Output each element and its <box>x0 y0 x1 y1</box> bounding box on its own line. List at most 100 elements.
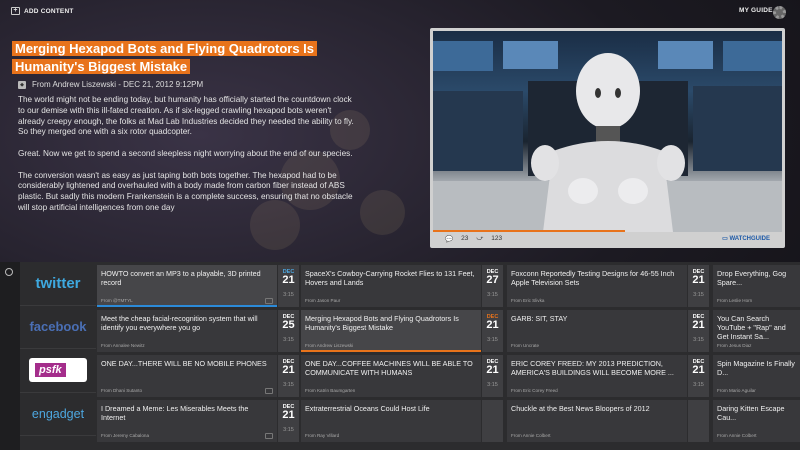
feed-card-author: From Mario Aguilar <box>717 388 756 393</box>
source-column: twitter facebook psfk engadget <box>20 262 96 436</box>
feed-card[interactable]: ONE DAY...THERE WILL BE NO MOBILE PHONES… <box>97 355 277 397</box>
date-day: 21 <box>692 364 705 376</box>
date-time: 3:15 <box>283 337 294 343</box>
feed-card-author: From @TMTYL <box>101 298 133 303</box>
date-time: 3:15 <box>693 382 704 388</box>
feed-card-title: HOWTO convert an MP3 to a playable, 3D p… <box>101 269 261 288</box>
share-count: 123 <box>491 235 503 242</box>
feed-card-author: From Jeremy Cabalona <box>101 433 149 438</box>
feed-card[interactable]: Daring Kitten Escape Cau... From Annie Co… <box>713 400 800 442</box>
date-day: 25 <box>282 319 295 331</box>
date-day: 21 <box>692 274 705 286</box>
date-day: 21 <box>486 319 499 331</box>
date-badge: DEC 27 3:15 <box>482 265 503 307</box>
date-day: 21 <box>282 409 295 421</box>
feed-card[interactable]: GARB: SIT, STAY From Uncrate <box>507 310 687 352</box>
feed-card-title: GARB: SIT, STAY <box>511 314 568 323</box>
feed-card-title: Merging Hexapod Bots and Flying Quadroto… <box>305 314 459 333</box>
article-body: The world might not be ending today, but… <box>18 95 358 242</box>
source-facebook[interactable]: facebook <box>20 306 96 349</box>
date-badge: DEC 21 3:15 <box>278 265 299 307</box>
feed-card[interactable]: I Dreamed a Meme: Les Miserables Meets t… <box>97 400 277 442</box>
feed-card-author: From Annie Colbert <box>717 433 757 438</box>
date-badge <box>482 400 503 442</box>
feed-card-author: From Jason Paur <box>305 298 341 303</box>
feed-card-author: From Andrew Liszewski <box>305 343 354 348</box>
date-day: 21 <box>692 319 705 331</box>
source-engadget[interactable]: engadget <box>20 393 96 436</box>
feed-card-author: From Eric Corey Freed <box>511 388 558 393</box>
date-time: 3:15 <box>487 382 498 388</box>
article-paragraph: The world might not be ending today, but… <box>18 95 354 137</box>
selection-underline <box>97 305 277 307</box>
date-day: 27 <box>486 274 499 286</box>
selection-underline <box>301 350 481 352</box>
feed-card[interactable]: Merging Hexapod Bots and Flying Quadroto… <box>301 310 481 352</box>
date-badge: DEC 25 3:15 <box>278 310 299 352</box>
feed-card-title: Spin Magazine Is Finally D... <box>717 359 795 378</box>
add-content-button[interactable]: + ADD CONTENT <box>11 7 74 15</box>
feed-card-title: ONE DAY...THERE WILL BE NO MOBILE PHONES <box>101 359 267 368</box>
date-time: 3:15 <box>693 292 704 298</box>
feed-card-author: From Ray Villard <box>305 433 340 438</box>
my-guide-label: MY GUIDE <box>739 7 773 14</box>
date-time: 3:15 <box>487 337 498 343</box>
feed-card-title: Drop Everything, Gog Spare... <box>717 269 787 288</box>
comment-icon[interactable]: 💬 <box>445 235 453 243</box>
feed-card[interactable]: Meet the cheap facial-recognition system… <box>97 310 277 352</box>
feed-card-title: SpaceX's Cowboy-Carrying Rocket Flies to… <box>305 269 475 288</box>
date-badge: DEC 21 3:15 <box>278 400 299 442</box>
feed-card-title: ERIC COREY FREED: MY 2013 PREDICTION, AM… <box>511 359 674 378</box>
video-progress[interactable] <box>433 230 625 232</box>
feed-card-author: From Uncrate <box>511 343 540 348</box>
feed-card-author: From Annie Colbert <box>511 433 551 438</box>
watchguide-button[interactable]: ▭ WATCHGUIDE <box>722 235 770 242</box>
feed-card-author: From Jesus Diaz <box>717 343 752 348</box>
date-badge: DEC 21 3:15 <box>688 355 709 397</box>
feed-card[interactable]: SpaceX's Cowboy-Carrying Rocket Flies to… <box>301 265 481 307</box>
feed-card-author: From Leslie Horn <box>717 298 753 303</box>
video-frame[interactable] <box>433 31 782 232</box>
date-badge: DEC 21 3:15 <box>278 355 299 397</box>
video-icon[interactable] <box>265 388 273 394</box>
article-paragraph: The conversion wasn't as easy as just ta… <box>18 170 353 212</box>
my-guide-button[interactable]: MY GUIDE <box>739 7 773 14</box>
search-icon[interactable] <box>5 268 13 276</box>
feed-card-title: ONE DAY...COFFEE MACHINES WILL BE ABLE T… <box>305 359 473 378</box>
feed-card[interactable]: You Can Search YouTube + "Rap" and Get I… <box>713 310 800 352</box>
feed-card[interactable]: Extraterrestrial Oceans Could Host Life F… <box>301 400 481 442</box>
source-twitter[interactable]: twitter <box>20 262 96 306</box>
feed-card[interactable]: ONE DAY...COFFEE MACHINES WILL BE ABLE T… <box>301 355 481 397</box>
feed-card-title: I Dreamed a Meme: Les Miserables Meets t… <box>101 404 249 423</box>
feed-card[interactable]: Drop Everything, Gog Spare... From Leslie… <box>713 265 800 307</box>
feed-card[interactable]: ERIC COREY FREED: MY 2013 PREDICTION, AM… <box>507 355 687 397</box>
feed-card-author: From Katrin Baumgarten <box>305 388 356 393</box>
feed-card-title: You Can Search YouTube + "Rap" and Get I… <box>717 314 786 342</box>
plus-square-icon: + <box>11 7 20 15</box>
share-icon[interactable]: ⤻ <box>476 235 483 243</box>
feed-card[interactable]: Foxconn Reportedly Testing Designs for 4… <box>507 265 687 307</box>
robot-image <box>433 41 782 232</box>
comment-count: 23 <box>461 235 469 242</box>
feed-card-author: From Eric Slivka <box>511 298 545 303</box>
video-icon[interactable] <box>265 298 273 304</box>
video-icon[interactable] <box>265 433 273 439</box>
date-badge: DEC 21 3:15 <box>482 310 503 352</box>
feed-card[interactable]: HOWTO convert an MP3 to a playable, 3D p… <box>97 265 277 307</box>
watchguide-label: WATCHGUIDE <box>729 236 770 242</box>
gear-icon[interactable] <box>773 6 786 19</box>
date-time: 3:15 <box>283 382 294 388</box>
date-day: 21 <box>282 364 295 376</box>
feed-card[interactable]: Chuckle at the Best News Bloopers of 201… <box>507 400 687 442</box>
source-icon: ◆ <box>18 80 26 89</box>
date-badge: DEC 21 3:15 <box>688 265 709 307</box>
video-player[interactable]: 💬 23 ⤻ 123 ▭ WATCHGUIDE <box>430 28 785 248</box>
feed-card-title: Daring Kitten Escape Cau... <box>717 404 785 423</box>
source-psfk[interactable]: psfk <box>20 349 96 393</box>
feed-card[interactable]: Spin Magazine Is Finally D... From Mario … <box>713 355 800 397</box>
add-content-label: ADD CONTENT <box>24 7 74 15</box>
date-time: 3:15 <box>283 292 294 298</box>
engadget-logo: engadget <box>31 406 85 421</box>
feed-card-title: Chuckle at the Best News Bloopers of 201… <box>511 404 650 413</box>
facebook-logo: facebook <box>29 319 87 335</box>
